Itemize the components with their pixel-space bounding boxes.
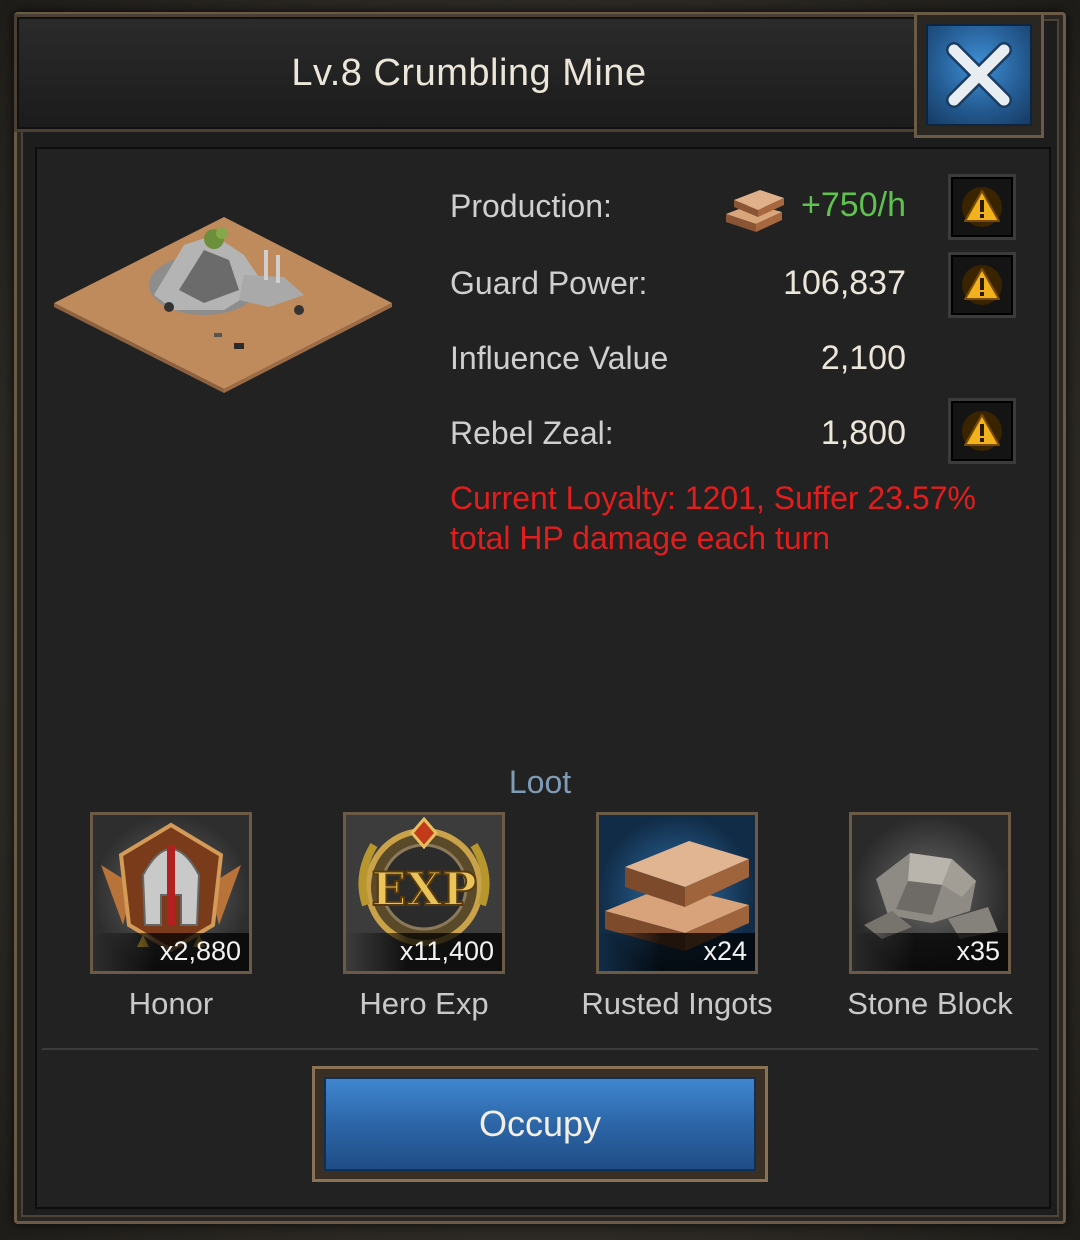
guard-power-label: Guard Power: xyxy=(450,265,648,301)
loot-item-rusted-ingots[interactable]: x24 xyxy=(596,812,758,974)
close-button-face xyxy=(926,24,1032,126)
occupy-button-face: Occupy xyxy=(324,1077,756,1171)
rebel-zeal-label: Rebel Zeal: xyxy=(450,415,614,451)
guard-power-value: 106,837 xyxy=(783,264,906,302)
loot-heading: Loot xyxy=(508,764,572,800)
close-button[interactable] xyxy=(914,12,1044,138)
crumbling-mine-image xyxy=(54,217,392,393)
loot-name-rusted-ingots: Rusted Ingots xyxy=(581,986,773,1021)
influence-label: Influence Value xyxy=(450,340,669,376)
loot-name-stone-block: Stone Block xyxy=(847,986,1013,1021)
loot-item-hero-exp[interactable]: EXP x11,400 xyxy=(343,812,505,974)
loyalty-warning-line1: Current Loyalty: 1201, Suffer 23.57% xyxy=(450,480,976,516)
footer-divider xyxy=(42,1048,1038,1050)
production-label: Production: xyxy=(450,188,612,224)
occupy-button[interactable]: Occupy xyxy=(312,1066,768,1182)
rebel-zeal-info-button[interactable] xyxy=(948,398,1016,464)
production-info-button[interactable] xyxy=(948,174,1016,240)
loot-count-honor: x2,880 xyxy=(159,936,241,966)
loot-count-hero-exp: x11,400 xyxy=(399,936,494,966)
influence-value: 2,100 xyxy=(820,339,906,377)
rusted-ingot-icon xyxy=(726,190,784,232)
warning-icon xyxy=(962,411,1002,451)
loot-name-hero-exp: Hero Exp xyxy=(359,986,489,1021)
loyalty-warning: Current Loyalty: 1201, Suffer 23.57% tot… xyxy=(450,478,1030,558)
close-x-icon xyxy=(946,42,1012,108)
occupy-button-label: Occupy xyxy=(478,1103,602,1144)
loot-item-stone-block[interactable]: x35 xyxy=(849,812,1011,974)
dialog-title: Lv.8 Crumbling Mine xyxy=(291,51,647,94)
title-bar: Lv.8 Crumbling Mine xyxy=(14,14,924,132)
loyalty-warning-line2: total HP damage each turn xyxy=(450,520,831,556)
loot-item-honor[interactable]: x2,880 xyxy=(90,812,252,974)
loot-count-stone-block: x35 xyxy=(956,936,1000,966)
loot-name-honor: Honor xyxy=(128,986,214,1021)
loot-count-rusted-ingots: x24 xyxy=(703,936,747,966)
svg-text:EXP: EXP xyxy=(371,862,476,916)
production-value: +750/h xyxy=(801,186,906,224)
warning-icon xyxy=(962,265,1002,305)
guard-power-info-button[interactable] xyxy=(948,252,1016,318)
warning-icon xyxy=(962,187,1002,227)
rebel-zeal-value: 1,800 xyxy=(820,414,906,452)
